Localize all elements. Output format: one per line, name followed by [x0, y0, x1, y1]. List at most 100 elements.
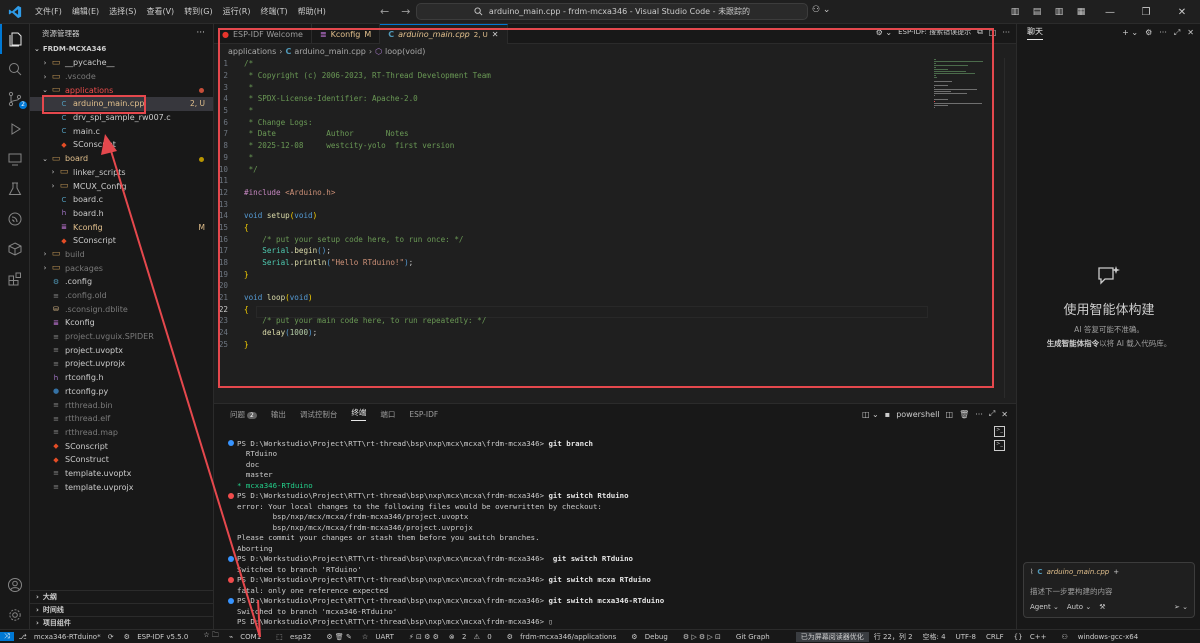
build-config[interactable]: ⚙ Debug [626, 633, 678, 641]
tree-folder[interactable]: › ▭ packages [30, 261, 213, 275]
more-actions-icon[interactable]: ··· [1159, 28, 1167, 38]
tree-file[interactable]: ≡ project.uvguix.SPIDER [30, 330, 213, 344]
panel-tab[interactable]: 调试控制台 [300, 409, 338, 420]
restore-icon[interactable]: ❐ [1128, 7, 1164, 18]
remote-indicator-icon[interactable]: ⤨ [0, 632, 14, 641]
customize-layout-icon[interactable]: ▦ [1070, 7, 1092, 17]
tree-file[interactable]: ◆ SConscript [30, 138, 213, 152]
tree-file[interactable]: ⛁ .sconsign.dblite [30, 302, 213, 316]
minimap[interactable] [934, 58, 1004, 108]
rt-thread-icon[interactable] [0, 234, 30, 264]
terminal-instance-icon[interactable]: >_ [994, 426, 1005, 437]
tree-folder[interactable]: › ▭ linker_scripts [30, 166, 213, 180]
agent-mode-dropdown[interactable]: Agent ⌄ [1030, 603, 1059, 611]
forward-arrow-icon[interactable]: → [401, 5, 410, 18]
source-control-icon[interactable]: 2 [0, 84, 30, 114]
tree-folder[interactable]: › ▭ MCUX_Config [30, 179, 213, 193]
more-actions-icon[interactable]: ··· [1002, 28, 1010, 37]
tree-file[interactable]: ◆ SConscript [30, 439, 213, 453]
tree-file[interactable]: ≡ .config.old [30, 289, 213, 303]
esp-idf-tools-icon[interactable]: ☆ 🗀 [198, 631, 224, 642]
trash-icon[interactable]: 🗑 [959, 410, 969, 419]
tree-file[interactable]: Cmain.c [30, 124, 213, 138]
workspace-root[interactable]: ⌄ FRDM-MCXA346 [30, 42, 213, 56]
esp-idf-search-errors[interactable]: ESP-IDF: 搜索错误提示 [898, 27, 971, 37]
target[interactable]: ⬚ esp32 [271, 633, 321, 641]
breadcrumb-file[interactable]: arduino_main.cpp [294, 47, 365, 56]
toggle-secondary-sidebar-icon[interactable]: ▥ [1048, 7, 1070, 17]
testing-icon[interactable] [0, 174, 30, 204]
tree-file[interactable]: ≡ rtthread.elf [30, 412, 213, 426]
tree-file[interactable]: ≡ project.uvprojx [30, 357, 213, 371]
toggle-panel-icon[interactable]: ▤ [1026, 7, 1048, 17]
tree-file[interactable]: ≡ project.uvoptx [30, 343, 213, 357]
panel-tab[interactable]: 终端 [351, 407, 367, 421]
panel-tab[interactable]: 输出 [271, 409, 286, 420]
close-icon[interactable]: ✕ [492, 30, 499, 39]
menu-item[interactable]: 终端(T) [255, 6, 292, 17]
tree-file[interactable]: ◆ SConstruct [30, 453, 213, 467]
search-icon[interactable] [0, 54, 30, 84]
tree-file[interactable]: ⚙ .config [30, 275, 213, 289]
terminal-shell-name[interactable]: powershell [896, 410, 939, 419]
flash-method[interactable]: ☆ UART [357, 633, 404, 641]
tree-folder[interactable]: › ▭ build [30, 248, 213, 262]
esp-more-icons[interactable]: ⚡ ⊡ ⚙ ⚙ [404, 633, 444, 641]
tools-icon[interactable]: ⚒ [1099, 603, 1105, 611]
model-dropdown[interactable]: Auto ⌄ [1067, 603, 1091, 611]
tree-file[interactable]: ≡ rtthread.bin [30, 398, 213, 412]
tree-folder[interactable]: ⌄ ▭ applications [30, 83, 213, 97]
copilot-status-icon[interactable]: ⚇ [1056, 633, 1072, 641]
split-terminal-icon[interactable]: ◫ [946, 410, 954, 419]
remote-explorer-icon[interactable] [0, 144, 30, 174]
generate-instructions-link[interactable]: 生成智能体指令 [1047, 339, 1100, 348]
problems-status[interactable]: ⊗ 2 ⚠ 0 [444, 633, 502, 641]
send-icon[interactable]: ➢ ⌄ [1174, 603, 1188, 611]
tree-file[interactable]: ◆ SConscript [30, 234, 213, 248]
tree-folder[interactable]: ⌄ ▭ board [30, 152, 213, 166]
menu-item[interactable]: 文件(F) [30, 6, 67, 17]
extensions-icon[interactable] [0, 264, 30, 294]
line-ending[interactable]: CRLF [981, 633, 1009, 641]
menu-item[interactable]: 运行(R) [218, 6, 256, 17]
manage-gear-icon[interactable] [0, 600, 30, 630]
outline-section[interactable]: › 大纲 [30, 590, 214, 603]
run-debug-icon[interactable] [0, 114, 30, 144]
encoding[interactable]: UTF-8 [951, 633, 981, 641]
tree-file[interactable]: Cdrv_spi_sample_rw007.c [30, 111, 213, 125]
terminal-layout-icon[interactable]: ◫ ⌄ [862, 410, 879, 419]
tab-kconfig[interactable]: ≣ Kconfig M [312, 24, 381, 44]
tree-file[interactable]: Cboard.c [30, 193, 213, 207]
build-actions-icons[interactable]: ⚙ ▷ ⚙ ▷ ⊡ [678, 633, 726, 641]
terminal-instance-icon[interactable]: >_ [994, 440, 1005, 451]
chat-input-box[interactable]: ⌇ C arduino_main.cpp + 描述下一步要构建的内容 Agent… [1023, 562, 1195, 618]
project-components-section[interactable]: › 项目组件 [30, 616, 214, 629]
branch-status[interactable]: ⎇ mcxa346-RTduino* ⟳ [14, 633, 119, 641]
tab-esp-idf-welcome[interactable]: ● ESP-IDF Welcome [214, 24, 312, 44]
tree-file[interactable]: ● rtconfig.py [30, 385, 213, 399]
com-port[interactable]: ⌁ COM1 [224, 633, 271, 641]
tree-file[interactable]: ≡ rtthread.map [30, 426, 213, 440]
editor-scrollbar[interactable] [1004, 58, 1014, 398]
close-icon[interactable]: ✕ [1001, 410, 1008, 419]
menu-item[interactable]: 编辑(E) [67, 6, 104, 17]
tab-arduino-main[interactable]: C arduino_main.cpp 2, U ✕ [380, 24, 508, 44]
tree-file[interactable]: ≡ template.uvprojx [30, 480, 213, 494]
command-center[interactable]: arduino_main.cpp - frdm-mcxa346 - Visual… [416, 3, 808, 20]
esp-idf-version[interactable]: ⚙ ESP-IDF v5.5.0 [119, 633, 199, 641]
close-icon[interactable]: ✕ [1187, 28, 1194, 38]
tree-file[interactable]: h board.h [30, 207, 213, 221]
more-actions-icon[interactable]: ··· [975, 410, 983, 419]
breadcrumb-symbol[interactable]: loop(void) [385, 47, 425, 56]
panel-tab[interactable]: 问题 2 [230, 409, 257, 420]
indentation[interactable]: 空格: 4 [918, 632, 951, 642]
maximize-icon[interactable]: ⤢ [1174, 28, 1180, 38]
close-icon[interactable]: ✕ [1164, 7, 1200, 18]
tree-file[interactable]: ≡ template.uvoptx [30, 467, 213, 481]
diff-icon[interactable]: ⧉ [977, 27, 983, 37]
explorer-icon[interactable] [0, 24, 30, 54]
tree-file[interactable]: ≣ Kconfig [30, 316, 213, 330]
code-editor[interactable]: 1 /* 2 * Copyright (c) 2006-2023, RT-Threa… [214, 58, 934, 398]
panel-tab[interactable]: 端口 [380, 409, 395, 420]
add-context-icon[interactable]: + [1113, 568, 1119, 576]
